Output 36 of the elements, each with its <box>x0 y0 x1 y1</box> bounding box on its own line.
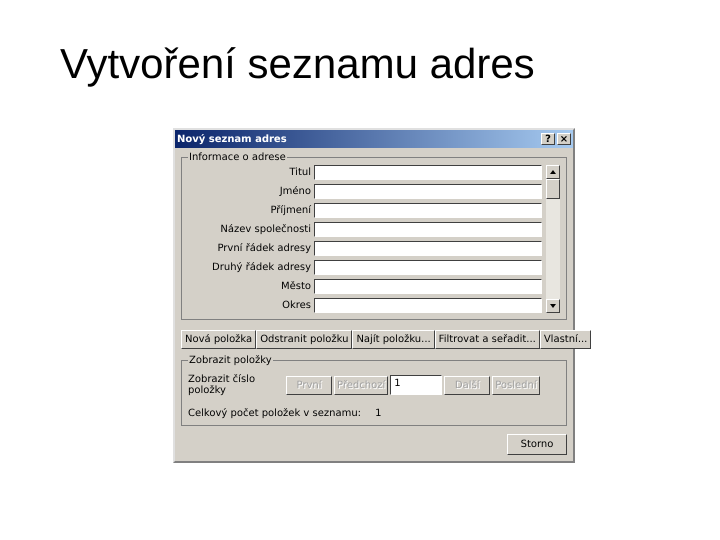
field-label: Titul <box>289 167 311 178</box>
action-button[interactable]: Nová položka <box>181 330 256 349</box>
input-field[interactable] <box>314 298 542 313</box>
scroll-down-button[interactable] <box>546 299 560 313</box>
help-button[interactable]: ? <box>541 133 555 145</box>
scrollbar[interactable] <box>546 165 560 313</box>
total-label: Celkový počet položek v seznamu: <box>188 408 362 419</box>
window-title: Nový seznam adres <box>177 134 288 144</box>
action-button[interactable]: Filtrovat a seřadit... <box>434 330 540 349</box>
scroll-thumb[interactable] <box>546 179 560 199</box>
total-count: 1 <box>375 408 382 419</box>
input-field[interactable] <box>314 279 542 294</box>
item-number-field[interactable]: 1 <box>390 375 442 395</box>
input-field[interactable] <box>314 184 542 199</box>
input-field[interactable] <box>314 241 542 256</box>
slide-title: Vytvoření seznamu adres <box>60 40 535 88</box>
action-button[interactable]: Najít položku... <box>352 330 435 349</box>
input-field[interactable] <box>314 165 542 180</box>
action-button[interactable]: Odstranit položku <box>256 330 352 349</box>
field-label: Město <box>280 281 311 292</box>
field-label: První řádek adresy <box>217 243 311 254</box>
field-label: Jméno <box>280 186 311 197</box>
field-label: Okres <box>282 300 311 311</box>
scroll-up-button[interactable] <box>546 165 560 179</box>
input-field[interactable] <box>314 203 542 218</box>
field-label: Druhý řádek adresy <box>212 262 311 273</box>
group-label: Informace o adrese <box>188 152 287 163</box>
field-label: Příjmení <box>270 205 311 216</box>
cancel-button[interactable]: Storno <box>507 434 567 455</box>
close-button[interactable]: × <box>557 133 571 145</box>
action-button[interactable]: Vlastní... <box>540 330 592 349</box>
group-label: Zobrazit položky <box>188 355 273 366</box>
item-number-label: Zobrazit číslo položky <box>188 374 256 396</box>
input-field[interactable] <box>314 260 542 275</box>
field-label: Název společnosti <box>220 224 311 235</box>
input-field[interactable] <box>314 222 542 237</box>
